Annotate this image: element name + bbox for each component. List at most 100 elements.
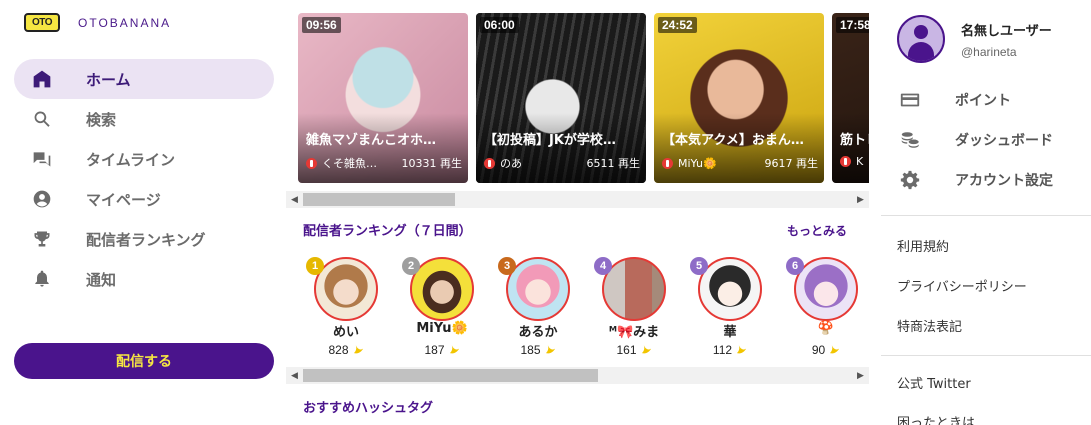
video-title: 【本気アクメ】おまん… bbox=[662, 133, 804, 148]
video-title: 筋トレ bbox=[840, 133, 869, 148]
scroll-left-icon[interactable]: ◀ bbox=[286, 191, 303, 208]
banana-icon bbox=[830, 344, 840, 354]
ranking-scrollbar[interactable]: ◀ ▶ bbox=[286, 367, 869, 384]
home-icon bbox=[32, 69, 52, 89]
video-play-count: 10331 再生 bbox=[401, 157, 463, 170]
user-handle: @harineta bbox=[961, 44, 1017, 59]
scrollbar-thumb[interactable] bbox=[303, 193, 455, 206]
main-content: 09:56 雑魚マゾまんこオホ… くそ雑魚… 10331 再生 06:00 【初… bbox=[286, 0, 869, 425]
nav-item-notifications[interactable]: 通知 bbox=[14, 259, 274, 299]
terms-link[interactable]: 利用規約 bbox=[897, 236, 949, 255]
account-menu: ポイント ダッシュボード アカウント設定 bbox=[897, 80, 1091, 200]
rank-badge: 2 bbox=[402, 257, 420, 275]
video-duration: 17:58 bbox=[836, 17, 869, 33]
commerce-law-link[interactable]: 特商法表記 bbox=[897, 316, 962, 335]
creator-badge-icon bbox=[840, 156, 851, 167]
main-nav: ホーム 検索 タイムライン マイページ 配信者ランキング 通知 bbox=[14, 59, 274, 299]
bell-icon bbox=[32, 269, 52, 289]
credit-card-icon bbox=[900, 93, 920, 107]
ranking-score: 112 bbox=[680, 343, 780, 357]
rank-badge: 5 bbox=[690, 257, 708, 275]
ranking-name: 🍄 bbox=[817, 321, 835, 336]
banana-icon bbox=[736, 344, 747, 354]
divider bbox=[881, 215, 1091, 216]
brand-logo[interactable]: OTO OTOBANANA bbox=[24, 13, 171, 32]
ranking-score: 185 bbox=[488, 343, 588, 357]
user-profile[interactable]: 名無しユーザー @harineta bbox=[897, 15, 1052, 63]
ranking-list: 1 めい 828 2 MiYu🌼 187 3 あるか 185 4 ᴹ🎀みま 16… bbox=[296, 255, 869, 365]
gear-icon bbox=[900, 170, 920, 190]
menu-label: アカウント設定 bbox=[955, 173, 1053, 189]
nav-label: タイムライン bbox=[86, 150, 175, 169]
ranking-score-value: 161 bbox=[616, 343, 637, 357]
ranking-name: あるか bbox=[518, 325, 558, 340]
menu-label: ダッシュボード bbox=[955, 133, 1053, 149]
video-card[interactable]: 09:56 雑魚マゾまんこオホ… くそ雑魚… 10331 再生 bbox=[298, 13, 468, 183]
menu-item-dashboard[interactable]: ダッシュボード bbox=[897, 120, 1091, 160]
ranking-score-value: 185 bbox=[520, 343, 541, 357]
video-card[interactable]: 17:58 筋トレ K bbox=[832, 13, 869, 183]
avatar bbox=[897, 15, 945, 63]
video-author: のあ bbox=[500, 157, 522, 170]
nav-item-ranking[interactable]: 配信者ランキング bbox=[14, 219, 274, 259]
video-title: 雑魚マゾまんこオホ… bbox=[306, 133, 437, 148]
video-card[interactable]: 06:00 【初投稿】JKが学校… のあ 6511 再生 bbox=[476, 13, 646, 183]
ranking-score: 161 bbox=[584, 343, 684, 357]
brand-name: OTOBANANA bbox=[78, 15, 172, 30]
menu-item-points[interactable]: ポイント bbox=[897, 80, 1091, 120]
privacy-link[interactable]: プライバシーポリシー bbox=[897, 276, 1027, 295]
menu-item-account-settings[interactable]: アカウント設定 bbox=[897, 160, 1091, 200]
video-author: K bbox=[856, 155, 864, 168]
ranking-score: 187 bbox=[392, 343, 492, 357]
video-carousel[interactable]: 09:56 雑魚マゾまんこオホ… くそ雑魚… 10331 再生 06:00 【初… bbox=[298, 13, 869, 183]
video-title: 【初投稿】JKが学校… bbox=[484, 133, 616, 148]
ranking-name: めい bbox=[332, 325, 359, 340]
scroll-right-icon[interactable]: ▶ bbox=[852, 367, 869, 384]
banana-icon bbox=[353, 344, 363, 354]
banana-icon bbox=[449, 344, 459, 354]
video-duration: 24:52 bbox=[658, 17, 697, 33]
menu-label: ポイント bbox=[955, 93, 1011, 109]
twitter-link[interactable]: 公式 Twitter bbox=[897, 373, 971, 392]
rank-badge: 1 bbox=[306, 257, 324, 275]
left-sidebar: OTO OTOBANANA ホーム 検索 タイムライン マイページ 配信者ランキ… bbox=[0, 0, 290, 425]
video-duration: 09:56 bbox=[302, 17, 341, 33]
account-icon bbox=[32, 189, 52, 209]
search-icon bbox=[32, 109, 52, 129]
video-play-count: 9617 再生 bbox=[764, 157, 819, 170]
ranking-score: 90 bbox=[776, 343, 869, 357]
ranking-name: 華 bbox=[723, 325, 737, 340]
divider bbox=[881, 355, 1091, 356]
help-link[interactable]: 困ったときは bbox=[897, 412, 975, 425]
video-meta: K bbox=[840, 155, 869, 168]
logo-mark: OTO bbox=[24, 13, 60, 32]
ranking-title: 配信者ランキング（７日間） bbox=[303, 224, 472, 239]
ranking-score-value: 112 bbox=[712, 343, 733, 357]
trophy-icon bbox=[32, 229, 52, 249]
account-panel: 名無しユーザー @harineta ポイント ダッシュボード アカウント設定 利… bbox=[881, 0, 1091, 425]
video-card[interactable]: 24:52 【本気アクメ】おまん… MiYu🌼 9617 再生 bbox=[654, 13, 824, 183]
ranking-score-value: 187 bbox=[424, 343, 445, 357]
nav-label: 配信者ランキング bbox=[86, 230, 206, 249]
nav-label: ホーム bbox=[86, 70, 131, 89]
nav-item-mypage[interactable]: マイページ bbox=[14, 179, 274, 219]
start-stream-button[interactable]: 配信する bbox=[14, 343, 274, 379]
nav-item-search[interactable]: 検索 bbox=[14, 99, 274, 139]
nav-item-home[interactable]: ホーム bbox=[14, 59, 274, 99]
scroll-right-icon[interactable]: ▶ bbox=[852, 191, 869, 208]
video-scrollbar[interactable]: ◀ ▶ bbox=[286, 191, 869, 208]
video-author: くそ雑魚… bbox=[322, 157, 377, 170]
chat-icon bbox=[32, 149, 52, 169]
nav-label: 検索 bbox=[86, 110, 117, 129]
scroll-left-icon[interactable]: ◀ bbox=[286, 367, 303, 384]
rank-badge: 4 bbox=[594, 257, 612, 275]
ranking-name: MiYu🌼 bbox=[416, 321, 468, 336]
ranking-score-value: 828 bbox=[328, 343, 349, 357]
nav-item-timeline[interactable]: タイムライン bbox=[14, 139, 274, 179]
hashtag-title: おすすめハッシュタグ bbox=[303, 401, 434, 416]
ranking-more-link[interactable]: もっとみる bbox=[787, 222, 847, 239]
ranking-score-value: 90 bbox=[811, 343, 826, 357]
creator-badge-icon bbox=[484, 157, 495, 169]
rank-badge: 3 bbox=[498, 257, 516, 275]
scrollbar-thumb[interactable] bbox=[303, 369, 598, 382]
